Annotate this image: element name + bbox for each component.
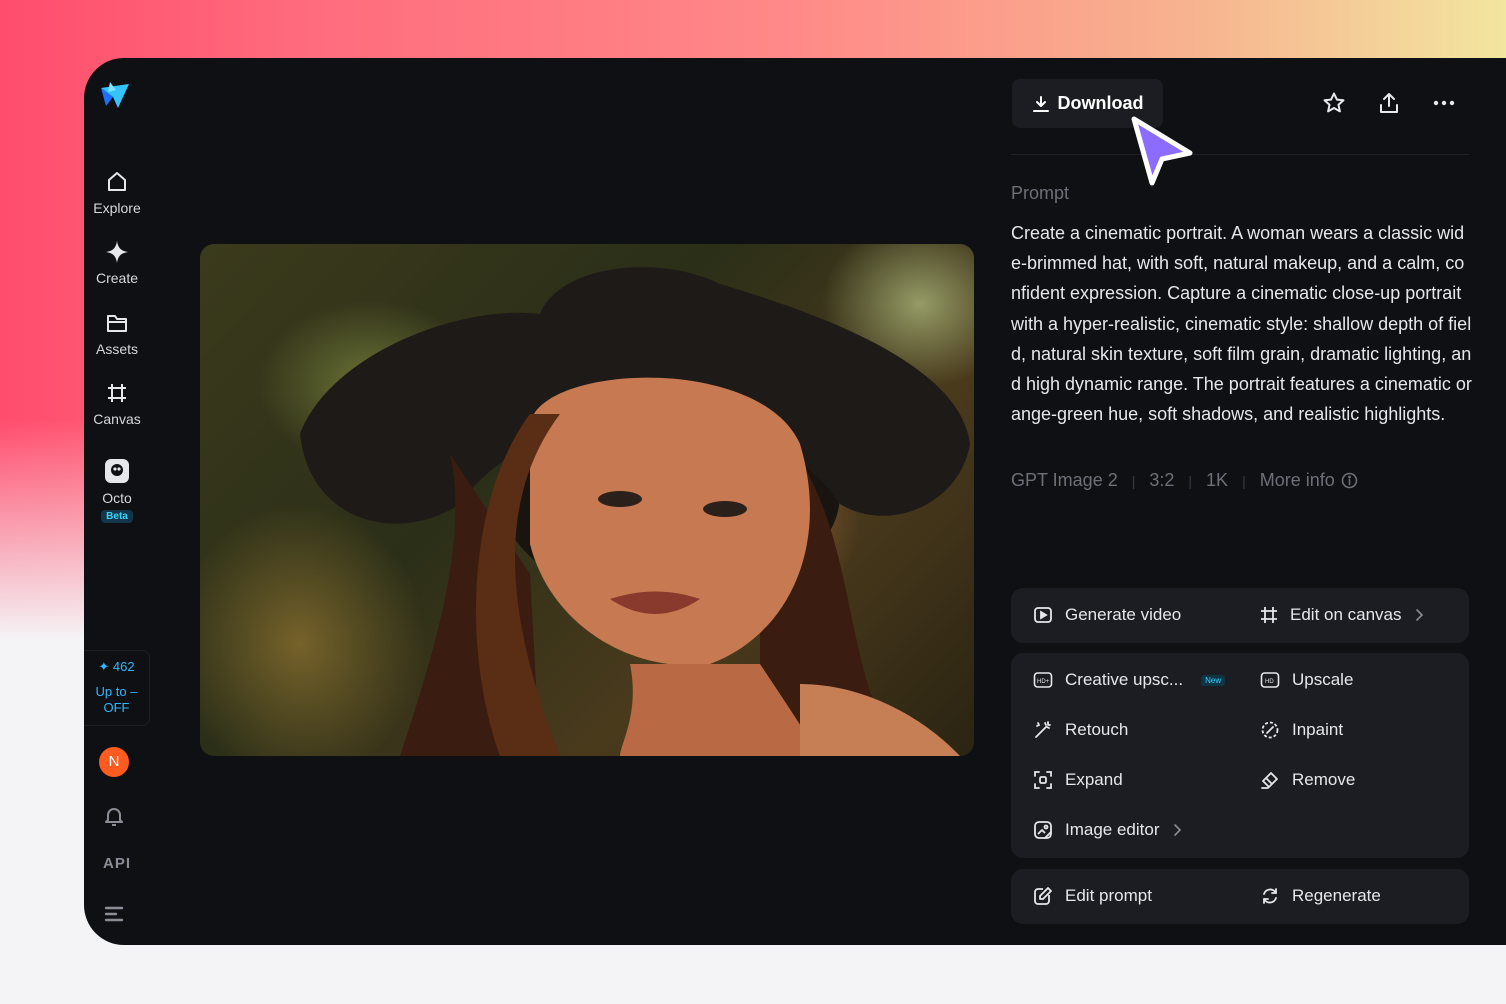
eraser-icon (1261, 772, 1278, 789)
resolution: 1K (1206, 470, 1229, 490)
remove-button[interactable]: Remove (1260, 768, 1355, 792)
header-divider (1011, 154, 1469, 155)
video-canvas-panel: Generate video Edit on canvas (1011, 588, 1469, 643)
retouch-button[interactable]: Retouch (1033, 718, 1128, 742)
folder-icon (107, 315, 127, 332)
sidebar-item-assets[interactable]: Assets (84, 311, 150, 357)
edit-on-canvas-button[interactable]: Edit on canvas (1260, 603, 1424, 627)
info-icon (1341, 472, 1358, 489)
creative-upscale-label: Creative upsc... (1065, 670, 1184, 689)
prompt-actions-panel: Edit prompt Regenerate (1011, 869, 1469, 924)
sidebar-item-label: Explore (93, 200, 141, 216)
model-name: GPT Image 2 (1011, 470, 1118, 490)
share-icon[interactable] (1377, 91, 1401, 115)
inpaint-icon (1261, 721, 1279, 739)
pointer-cursor-icon (1131, 116, 1193, 186)
octo-icon (105, 459, 129, 483)
more-icon[interactable] (1432, 95, 1456, 111)
sidebar-item-create[interactable]: Create (84, 240, 150, 286)
meta-separator: | (1131, 472, 1136, 489)
upscale-button[interactable]: HD Upscale (1260, 668, 1353, 692)
sidebar-item-label: Assets (95, 341, 138, 357)
more-info-label: More info (1259, 470, 1335, 490)
more-info-link[interactable]: More info (1260, 470, 1358, 491)
download-label: Download (1057, 93, 1144, 113)
hd-icon: HD (1260, 672, 1280, 688)
bell-icon[interactable] (102, 804, 126, 828)
edit-prompt-icon (1034, 887, 1052, 905)
expand-icon (1034, 771, 1052, 789)
new-badge: New (1201, 674, 1226, 686)
chevron-right-icon (1173, 824, 1181, 836)
star-icon[interactable] (1322, 91, 1346, 115)
generated-image[interactable] (200, 244, 974, 756)
image-editor-label: Image editor (1065, 820, 1160, 839)
prompt-label: Prompt (1011, 183, 1070, 203)
inpaint-button[interactable]: Inpaint (1260, 718, 1343, 742)
sidebar-item-label: Create (95, 270, 139, 286)
generate-video-button[interactable]: Generate video (1033, 603, 1181, 627)
regenerate-label: Regenerate (1292, 886, 1381, 905)
sidebar-item-octo[interactable]: Octo Beta (84, 458, 150, 523)
credits-panel[interactable]: ✦ 462 Up to – OFF (84, 650, 150, 726)
sparkle-icon (106, 241, 128, 263)
edit-on-canvas-label: Edit on canvas (1290, 605, 1402, 624)
generate-video-label: Generate video (1065, 605, 1182, 624)
remove-label: Remove (1292, 770, 1356, 789)
app-window: Explore Create Assets Canvas Octo Beta ✦… (84, 58, 1506, 945)
edit-prompt-button[interactable]: Edit prompt (1033, 884, 1152, 908)
upscale-label: Upscale (1292, 670, 1354, 689)
meta-separator: | (1188, 472, 1193, 489)
prompt-text: Create a cinematic portrait. A woman wea… (1011, 223, 1472, 425)
svg-text:HD: HD (1265, 679, 1274, 685)
creative-upscale-button[interactable]: HD+ Creative upsc... New (1033, 668, 1226, 692)
sidebar: Explore Create Assets Canvas Octo Beta ✦… (84, 58, 150, 945)
home-icon (108, 172, 126, 191)
sidebar-item-canvas[interactable]: Canvas (84, 381, 150, 427)
generation-meta: GPT Image 2 | 3:2 | 1K | More info (1011, 470, 1358, 491)
meta-separator: | (1242, 472, 1246, 489)
regenerate-button[interactable]: Regenerate (1260, 884, 1381, 908)
edit-tools-panel: HD+ Creative upsc... New HD Upscale Reto… (1011, 653, 1469, 858)
aspect-ratio: 3:2 (1149, 470, 1175, 490)
sidebar-item-label: Canvas (93, 411, 141, 427)
api-link[interactable]: API (103, 855, 131, 872)
chevron-right-icon (1415, 609, 1423, 621)
expand-button[interactable]: Expand (1033, 768, 1123, 792)
video-icon (1034, 607, 1052, 623)
refresh-icon (1263, 888, 1277, 904)
expand-label: Expand (1065, 770, 1123, 789)
app-logo[interactable] (98, 78, 132, 112)
svg-text:HD+: HD+ (1037, 679, 1050, 685)
image-edit-icon (1034, 821, 1052, 839)
credits-count-row: ✦ 462 (98, 659, 135, 674)
credits-count: 462 (112, 659, 135, 674)
canvas-icon (1261, 607, 1277, 623)
beta-badge: Beta (101, 510, 133, 523)
canvas-icon (108, 384, 126, 402)
image-editor-button[interactable]: Image editor (1033, 818, 1182, 842)
menu-icon[interactable] (102, 904, 126, 924)
portrait-illustration (300, 267, 970, 756)
sidebar-item-label: Octo (102, 490, 132, 506)
hd-plus-icon: HD+ (1033, 672, 1053, 688)
credits-offer-line1: Up to – (95, 684, 138, 699)
inpaint-label: Inpaint (1292, 720, 1344, 739)
retouch-label: Retouch (1065, 720, 1129, 739)
edit-prompt-label: Edit prompt (1065, 886, 1152, 905)
magic-wand-icon (1035, 721, 1051, 738)
sidebar-item-explore[interactable]: Explore (84, 170, 150, 216)
download-icon (1032, 95, 1049, 112)
credits-offer-line2: OFF (103, 700, 130, 715)
avatar[interactable]: N (99, 747, 129, 777)
